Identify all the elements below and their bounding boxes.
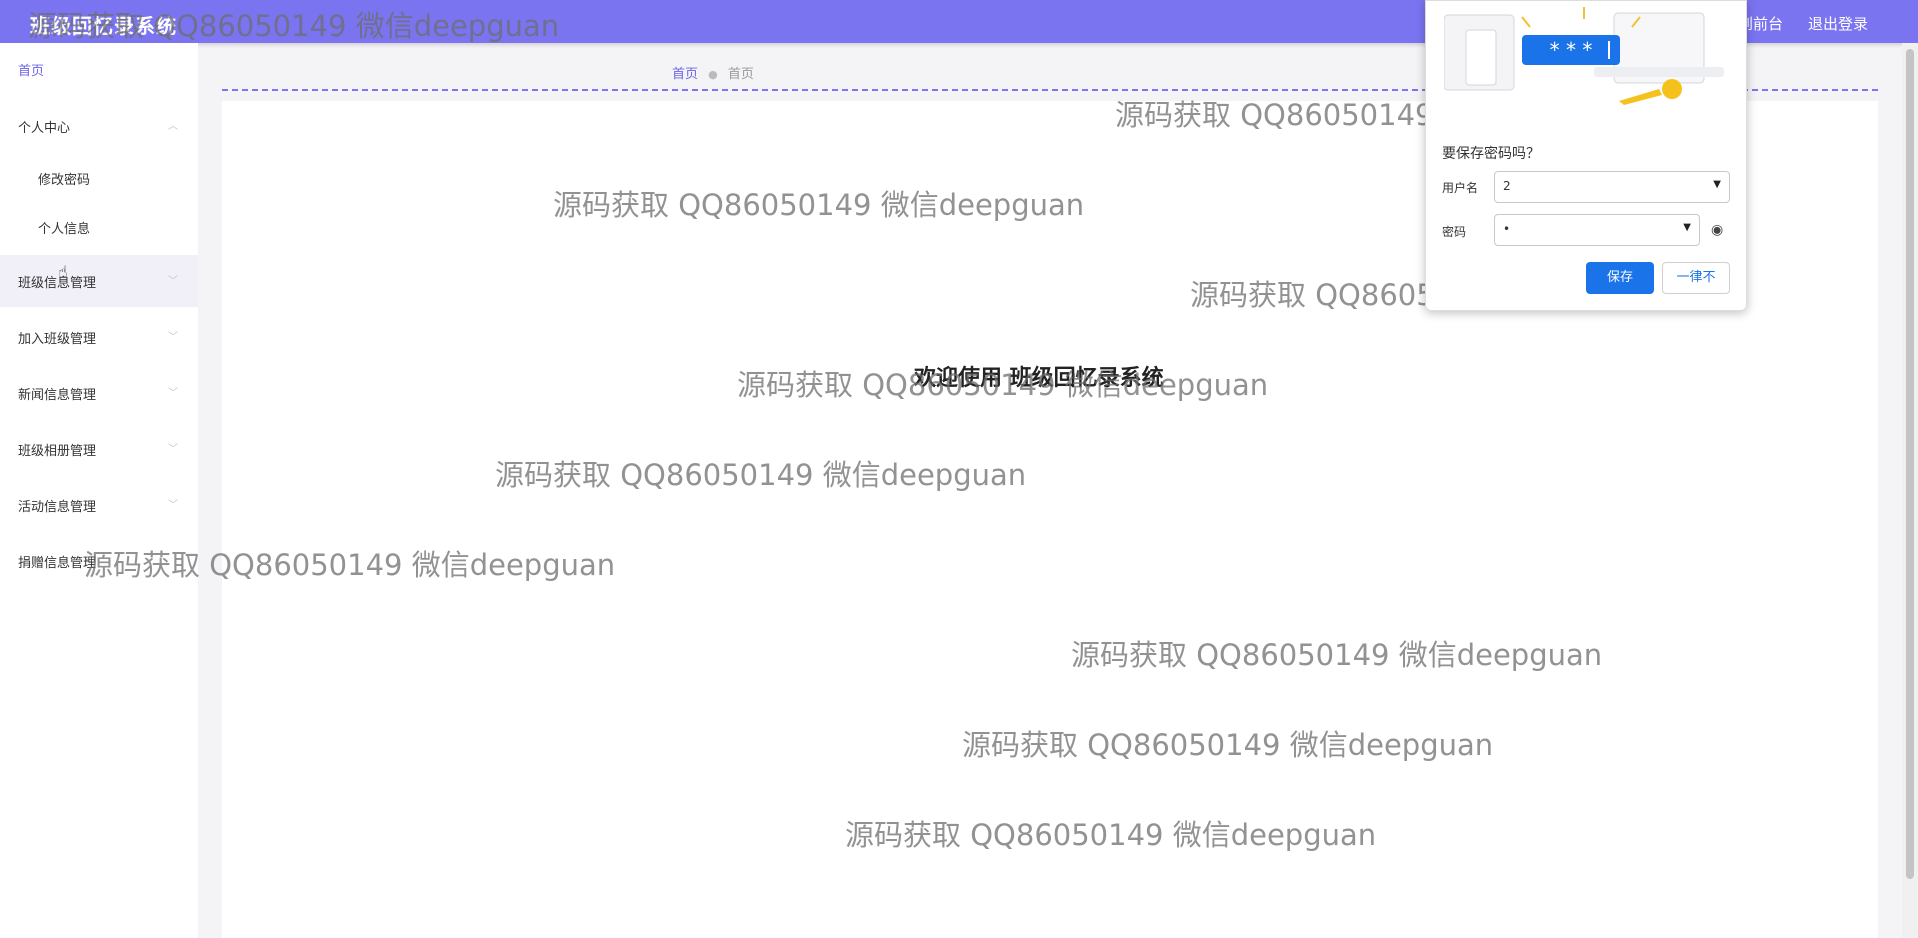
password-select[interactable]: • ▼ — [1494, 214, 1700, 246]
sidebar-item-class-info[interactable]: 班级信息管理 ﹀ — [0, 255, 198, 307]
sidebar-item-label: 个人中心 — [18, 121, 71, 136]
username-select[interactable]: 2 ▼ — [1494, 171, 1730, 203]
save-password-dialog: * * * 要保存密码吗？ 用户名 2 ▼ 密码 • ▼ ◉ 保存 一律不 — [1425, 0, 1747, 311]
chevron-up-icon: ︿ — [168, 121, 178, 132]
username-value: 2 — [1503, 179, 1511, 193]
username-label: 用户名 — [1442, 181, 1479, 195]
sidebar-item-album[interactable]: 班级相册管理 ﹀ — [0, 423, 198, 475]
hand-cursor-icon: ☝ — [58, 262, 68, 281]
chevron-down-icon: ﹀ — [168, 444, 178, 455]
sidebar-item-label: 捐赠信息管理 — [18, 556, 97, 571]
dropdown-arrow-icon: ▼ — [1683, 222, 1691, 233]
never-button[interactable]: 一律不 — [1662, 262, 1730, 294]
sidebar-item-label: 班级相册管理 — [18, 444, 97, 459]
sidebar-item-news[interactable]: 新闻信息管理 ﹀ — [0, 367, 198, 419]
logout-link[interactable]: 退出登录 — [1808, 13, 1868, 34]
sidebar-item-join-class[interactable]: 加入班级管理 ﹀ — [0, 311, 198, 363]
scrollbar-thumb[interactable] — [1906, 49, 1914, 879]
password-value: • — [1503, 222, 1511, 236]
sidebar-item-label: 个人信息 — [38, 222, 91, 237]
chevron-down-icon: ﹀ — [168, 500, 178, 511]
chevron-down-icon: ﹀ — [168, 276, 178, 287]
password-label: 密码 — [1442, 225, 1467, 239]
chevron-down-icon: ﹀ — [168, 388, 178, 399]
password-illustration: * * * — [1444, 7, 1724, 105]
sidebar-item-personal-info[interactable]: 个人信息 — [0, 201, 198, 253]
breadcrumb: 首页 ● 首页 — [672, 63, 754, 82]
sidebar-item-personal-center[interactable]: 个人中心 ︿ — [0, 100, 198, 152]
save-button[interactable]: 保存 — [1586, 262, 1654, 294]
sidebar-item-donation[interactable]: 捐赠信息管理 — [0, 535, 198, 587]
welcome-text: 欢迎使用 班级回忆录系统 — [914, 366, 1164, 391]
breadcrumb-current: 首页 — [727, 67, 754, 82]
app-title: 班级回忆录系统 — [30, 14, 177, 38]
sidebar: 首页 个人中心 ︿ 修改密码 个人信息 班级信息管理 ﹀ 加入班级管理 ﹀ 新闻… — [0, 43, 198, 938]
sidebar-item-change-password[interactable]: 修改密码 — [0, 152, 198, 204]
sidebar-item-home[interactable]: 首页 — [0, 43, 198, 95]
sidebar-item-activity[interactable]: 活动信息管理 ﹀ — [0, 479, 198, 531]
sidebar-item-label: 活动信息管理 — [18, 500, 97, 515]
sidebar-item-label: 班级信息管理 — [18, 276, 97, 291]
eye-icon[interactable]: ◉ — [1711, 222, 1723, 238]
sidebar-item-label: 加入班级管理 — [18, 332, 97, 347]
breadcrumb-separator-icon: ● — [708, 68, 718, 81]
dropdown-arrow-icon: ▼ — [1713, 179, 1721, 190]
breadcrumb-home[interactable]: 首页 — [672, 67, 698, 82]
save-password-question: 要保存密码吗？ — [1442, 146, 1540, 162]
chevron-down-icon: ﹀ — [168, 332, 178, 343]
page-scrollbar[interactable] — [1902, 43, 1918, 938]
sidebar-item-label: 新闻信息管理 — [18, 388, 97, 403]
sidebar-item-label: 修改密码 — [38, 173, 91, 188]
illustration-stars: * * * — [1550, 38, 1593, 62]
sidebar-item-label: 首页 — [18, 64, 45, 79]
